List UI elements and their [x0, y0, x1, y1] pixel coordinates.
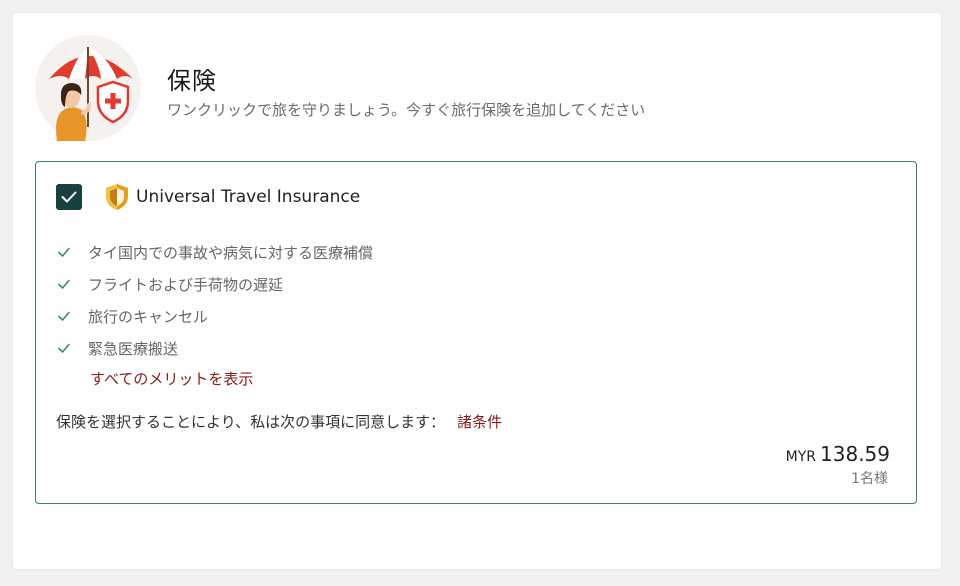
- price-currency: MYR: [785, 449, 817, 465]
- price-per-person: 1名様: [851, 471, 888, 487]
- benefit-text: フライトおよび手荷物の遅延: [88, 275, 284, 294]
- list-item: タイ国内での事故や病気に対する医療補償: [58, 236, 373, 268]
- checkmark-icon: [61, 191, 77, 203]
- insurance-option-card[interactable]: Universal Travel Insurance タイ国内での事故や病気に対…: [35, 161, 917, 504]
- price-amount: 138.59: [820, 442, 890, 466]
- insurance-price: MYR 138.59: [786, 442, 890, 466]
- terms-and-conditions-link[interactable]: 諸条件: [457, 413, 502, 431]
- consent-text: 保険を選択することにより、私は次の事項に同意します： 諸条件: [56, 411, 502, 432]
- benefit-list: タイ国内での事故や病気に対する医療補償 フライトおよび手荷物の遅延 旅行のキャン…: [58, 236, 373, 364]
- section-subtitle: ワンクリックで旅を守りましょう。今すぐ旅行保険を追加してください: [167, 101, 646, 119]
- list-item: 緊急医療搬送: [58, 332, 373, 364]
- benefit-text: 緊急医療搬送: [88, 339, 179, 358]
- list-item: 旅行のキャンセル: [58, 300, 373, 332]
- insurance-product-name: Universal Travel Insurance: [136, 187, 361, 207]
- insurance-checkbox[interactable]: [56, 184, 82, 210]
- check-icon: [58, 247, 70, 257]
- show-all-benefits-link[interactable]: すべてのメリットを表示: [90, 368, 253, 389]
- insurance-illustration: [35, 35, 141, 141]
- benefit-text: 旅行のキャンセル: [88, 307, 209, 326]
- insurance-section: 保険 ワンクリックで旅を守りましょう。今すぐ旅行保険を追加してください Univ…: [13, 13, 941, 569]
- section-title: 保険: [167, 67, 217, 95]
- check-icon: [58, 311, 70, 321]
- consent-statement: 保険を選択することにより、私は次の事項に同意します：: [56, 413, 446, 431]
- list-item: フライトおよび手荷物の遅延: [58, 268, 373, 300]
- shield-icon: [106, 184, 128, 210]
- benefit-text: タイ国内での事故や病気に対する医療補償: [88, 243, 374, 262]
- check-icon: [58, 279, 70, 289]
- check-icon: [58, 343, 70, 353]
